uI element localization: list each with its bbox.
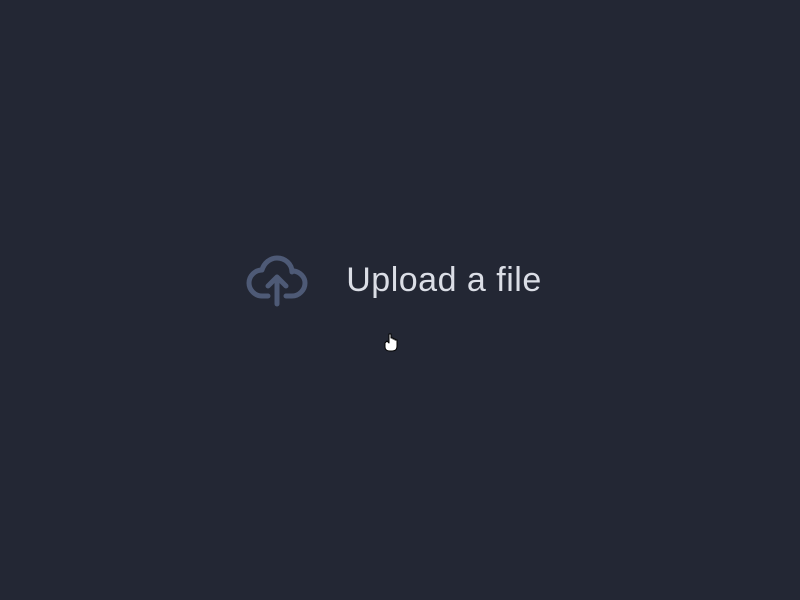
cloud-upload-icon — [242, 252, 312, 308]
pointer-cursor-icon — [382, 332, 400, 350]
upload-label: Upload a file — [346, 261, 542, 300]
upload-button[interactable]: Upload a file — [242, 252, 542, 308]
